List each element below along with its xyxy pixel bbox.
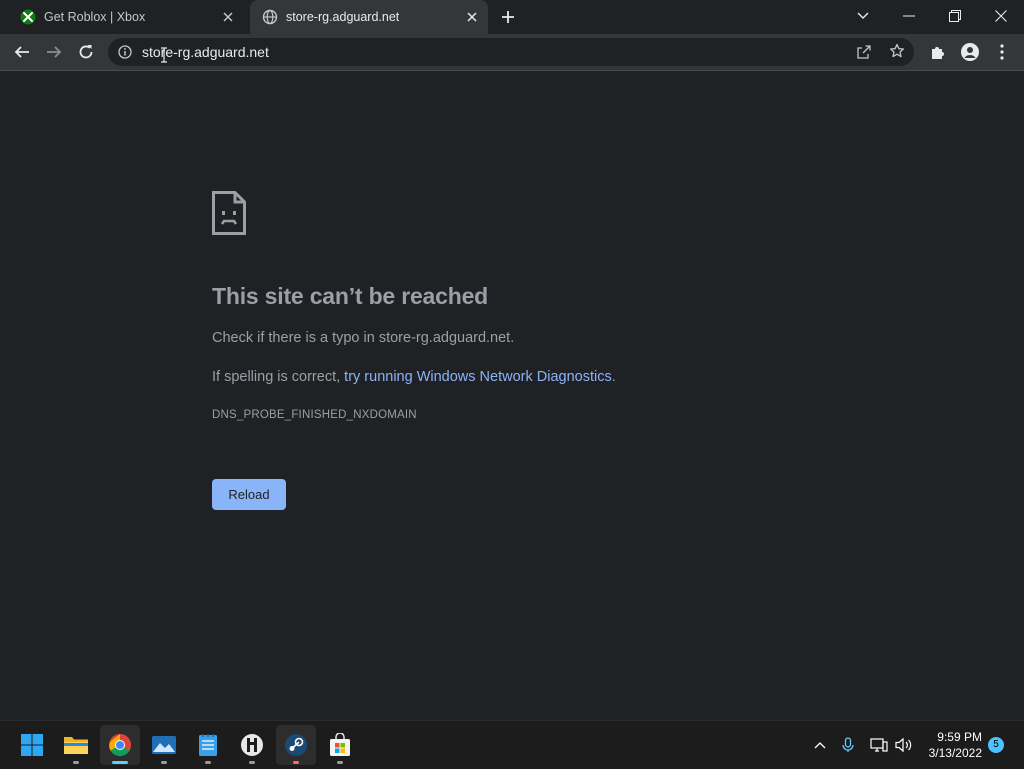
forward-button[interactable] [42,40,66,64]
start-icon [21,734,43,756]
restore-button[interactable] [932,0,978,32]
share-icon[interactable] [856,44,872,65]
running-indicator [337,761,343,764]
tab-strip: Get Roblox | Xbox store-rg.adguard.net [0,0,1024,34]
tab-get-roblox-xbox[interactable]: Get Roblox | Xbox [8,0,244,34]
running-indicator [73,761,79,764]
typo-suggestion-text: Check if there is a typo in store-rg.adg… [212,330,515,346]
chevron-up-icon[interactable] [810,735,830,755]
photos-icon [152,736,176,754]
taskbar-app[interactable] [232,725,272,765]
new-tab-button[interactable] [499,8,517,26]
close-window-button[interactable] [978,0,1024,32]
taskbar-clock[interactable]: 9:59 PM 3/13/2022 [920,729,982,761]
taskbar-photos[interactable] [144,725,184,765]
profile-avatar-icon[interactable] [958,40,982,64]
clock-time: 9:59 PM [937,730,982,744]
store-icon [330,733,350,756]
spelling-prefix-text: If spelling is correct, [212,369,345,385]
spelling-suffix-text: . [611,369,616,385]
tab-title: store-rg.adguard.net [286,10,400,24]
volume-icon[interactable] [894,735,914,755]
taskbar-file-explorer[interactable] [56,725,96,765]
globe-icon [262,9,278,25]
back-button[interactable] [10,40,34,64]
taskbar-steam[interactable] [276,725,316,765]
network-diagnostics-link[interactable]: try running Windows Network Diagnostics [344,369,612,385]
app-icon [241,734,263,756]
error-code: DNS_PROBE_FINISHED_NXDOMAIN [212,409,417,421]
tab-title: Get Roblox | Xbox [44,10,146,24]
chrome-icon [109,734,131,756]
notification-badge[interactable]: 5 [988,737,1004,753]
file-explorer-icon [64,737,88,754]
sad-page-icon [212,191,246,235]
extensions-puzzle-icon[interactable] [926,40,950,64]
microphone-icon[interactable] [838,735,858,755]
address-bar[interactable]: store-rg.adguard.net [108,38,914,66]
tab-search-chevron-icon[interactable] [840,0,886,32]
running-indicator [161,761,167,764]
error-page: This site can’t be reached Check if ther… [0,71,1024,720]
start-button[interactable] [12,725,52,765]
bookmark-star-icon[interactable] [889,43,905,64]
running-indicator [205,761,211,764]
text-cursor-icon [161,47,167,63]
close-tab-icon[interactable] [220,9,236,25]
running-indicator [293,761,299,764]
steam-icon [285,734,307,756]
minimize-button[interactable] [886,0,932,32]
tab-store-rg-adguard[interactable]: store-rg.adguard.net [250,0,488,34]
reload-button[interactable]: Reload [212,479,286,510]
taskbar-notepad[interactable] [188,725,228,765]
network-icon[interactable] [869,735,889,755]
active-indicator [112,761,128,764]
running-indicator [249,761,255,764]
reload-toolbar-button[interactable] [74,40,98,64]
close-tab-icon[interactable] [464,9,480,25]
taskbar-store[interactable] [320,725,360,765]
menu-kebab-icon[interactable] [990,40,1014,64]
spelling-suggestion: If spelling is correct, try running Wind… [212,369,616,385]
clock-date: 3/13/2022 [928,746,982,760]
windows-taskbar: 9:59 PM 3/13/2022 5 [0,720,1024,769]
taskbar-chrome[interactable] [100,725,140,765]
error-heading: This site can’t be reached [212,283,489,309]
site-info-icon[interactable] [118,45,132,59]
notepad-icon [199,734,217,756]
xbox-icon [20,9,36,25]
browser-toolbar: store-rg.adguard.net [0,34,1024,71]
